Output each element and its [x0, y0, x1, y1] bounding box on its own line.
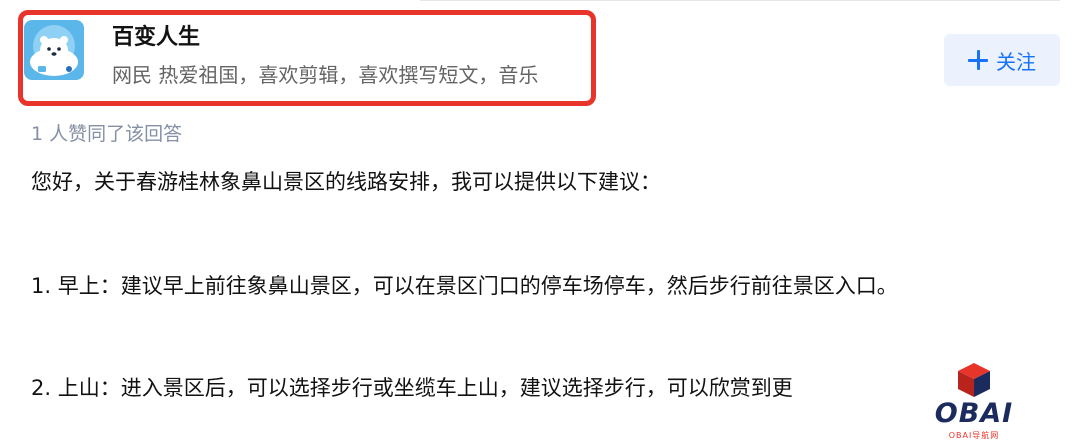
cube-logo-icon	[958, 363, 990, 397]
answer-paragraph: 2. 上山：进入景区后，可以选择步行或坐缆车上山，建议选择步行，可以欣赏到更	[31, 376, 793, 400]
watermark-tagline: OBAI导航网	[948, 431, 1000, 440]
author-highlight-box	[18, 10, 596, 106]
follow-button-label: 关注	[996, 49, 1036, 74]
site-watermark: OBAI OBAI导航网	[924, 360, 1024, 442]
top-divider	[420, 0, 1060, 1]
author-bio: 网民 热爱祖国，喜欢剪辑，喜欢撰写短文，音乐	[112, 63, 539, 87]
plus-icon	[968, 50, 988, 70]
watermark-logo-text: OBAI	[934, 398, 1014, 429]
answer-paragraph: 1. 早上：建议早上前往象鼻山景区，可以在景区门口的停车场停车，然后步行前往景区…	[31, 274, 898, 298]
author-name[interactable]: 百变人生	[112, 24, 200, 52]
polar-bear-avatar-icon	[24, 20, 84, 80]
answer-page: 百变人生 网民 热爱祖国，喜欢剪辑，喜欢撰写短文，音乐 关注 1 人赞同了该回答…	[0, 0, 1080, 447]
author-avatar[interactable]	[24, 20, 84, 80]
answer-paragraph: 您好，关于春游桂林象鼻山景区的线路安排，我可以提供以下建议：	[31, 170, 661, 194]
follow-button[interactable]: 关注	[944, 34, 1060, 86]
vote-count: 1 人赞同了该回答	[31, 123, 183, 145]
